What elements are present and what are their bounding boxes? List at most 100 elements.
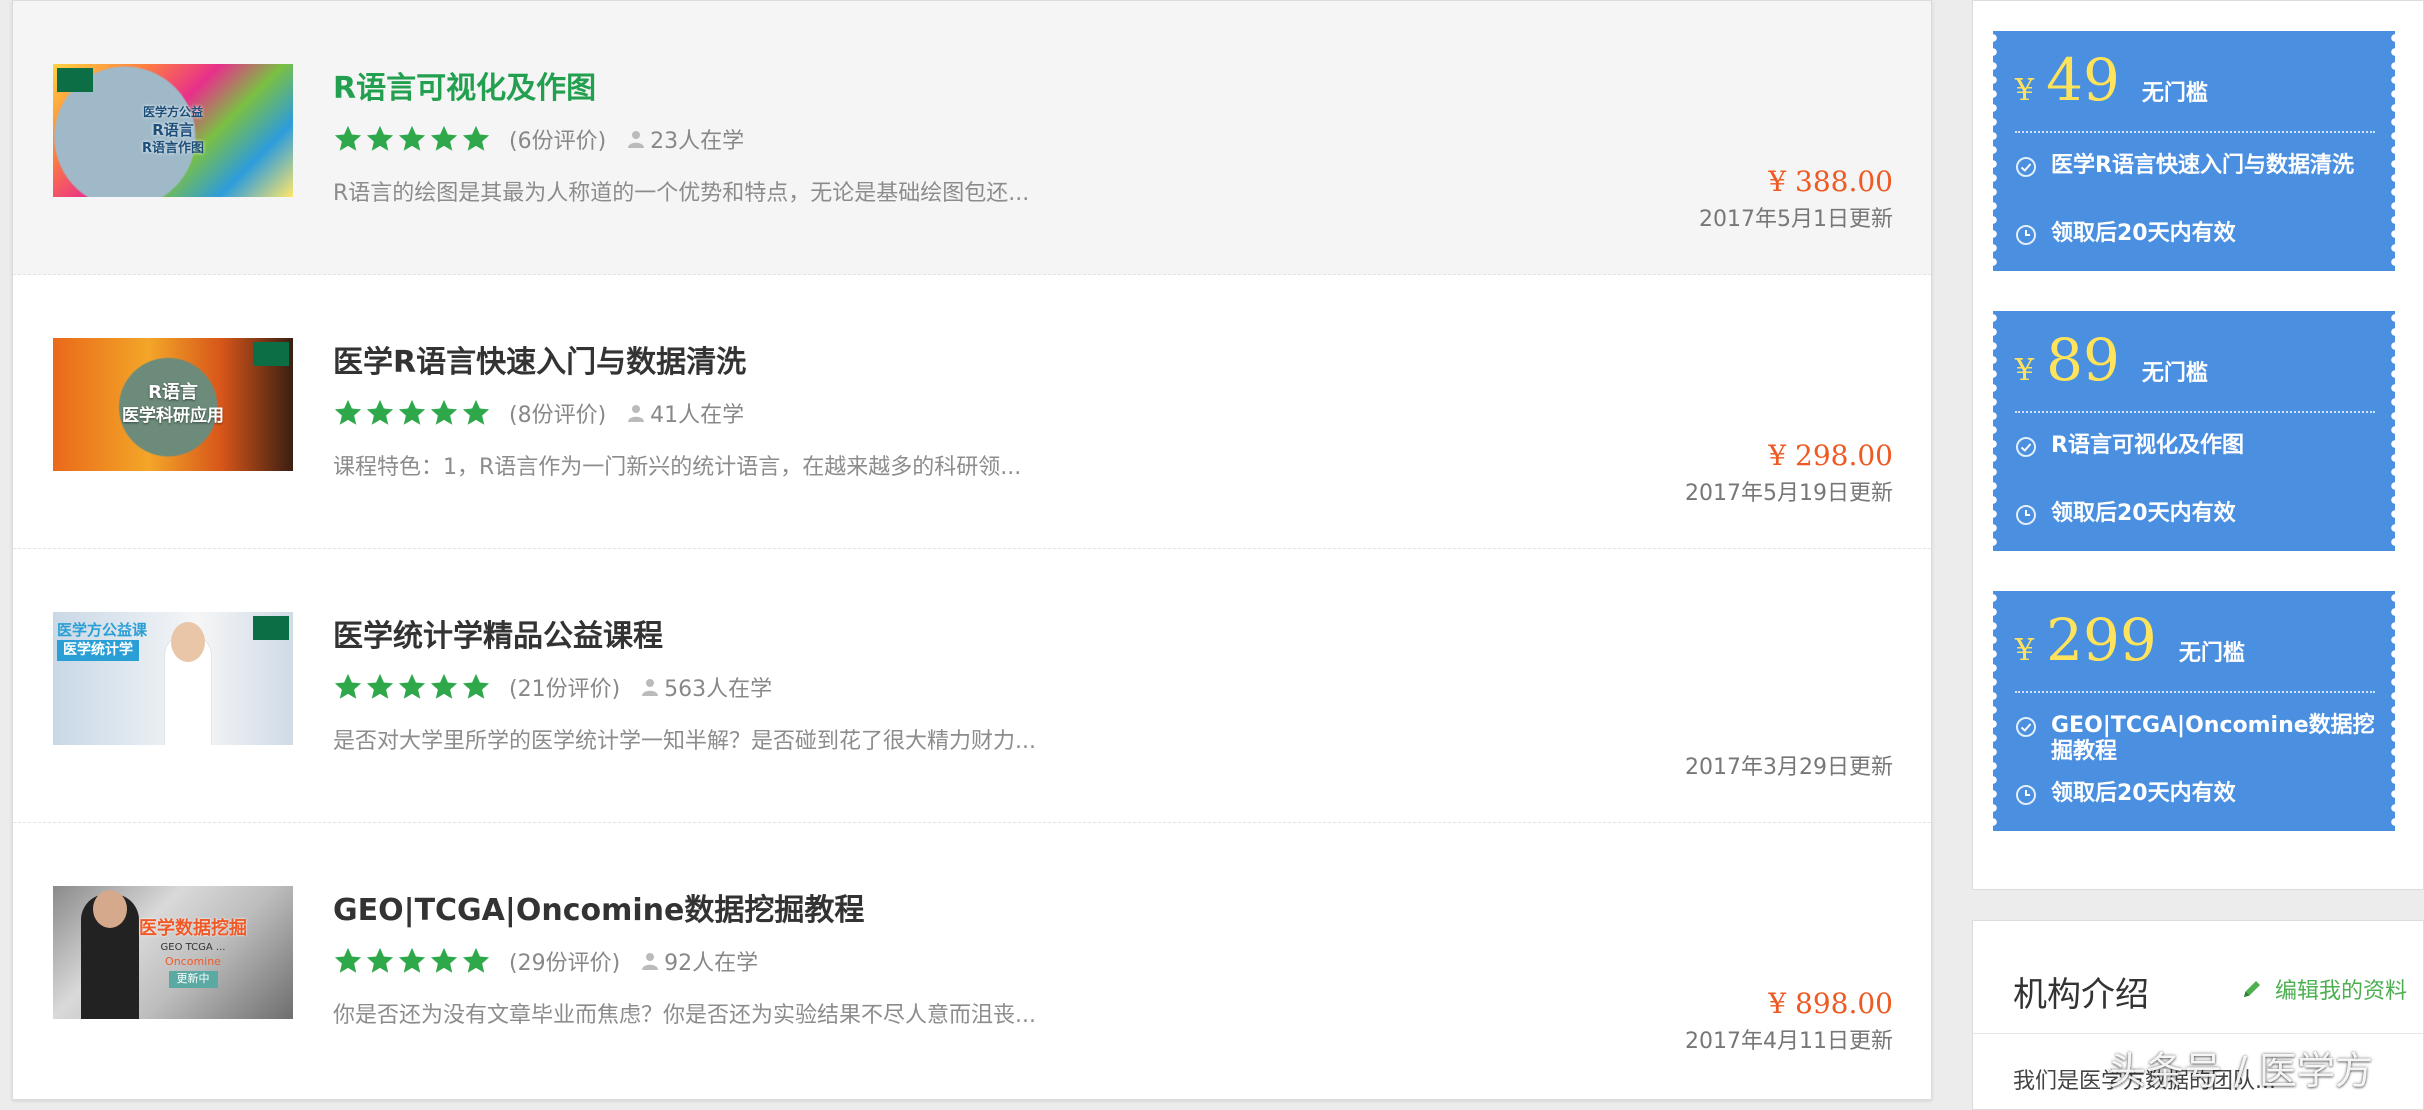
coupon-validity: 领取后20天内有效: [2051, 221, 2236, 246]
coupon-card[interactable]: ¥ 89 无门槛 R语言可视化及作图 领取后20天内有效: [1989, 311, 2399, 551]
currency-symbol: ¥: [2015, 633, 2035, 668]
star-icon: [430, 673, 458, 699]
rating-stars: [333, 124, 491, 154]
coupon-threshold: 无门槛: [2141, 361, 2208, 386]
clock-icon: [2016, 785, 2036, 805]
course-thumbnail[interactable]: 医学方公益课 医学统计学: [53, 612, 293, 745]
course-title[interactable]: GEO|TCGA|Oncomine数据挖掘教程: [333, 885, 864, 929]
person-icon: [628, 131, 645, 148]
course-row[interactable]: 医学数据挖掘 GEO TCGA ... Oncomine 更新中 GEO|TCG…: [13, 823, 1931, 1101]
learner-count: 92人在学: [664, 951, 759, 976]
course-stats: (21份评价) 563人在学: [333, 669, 772, 705]
coupon-validity: 领取后20天内有效: [2051, 501, 2236, 526]
coupon-card[interactable]: ¥ 49 无门槛 医学R语言快速入门与数据清洗 领取后20天内有效: [1989, 31, 2399, 271]
course-stats: (6份评价) 23人在学: [333, 121, 744, 157]
star-icon: [430, 125, 458, 151]
coupon-card[interactable]: ¥ 299 无门槛 GEO|TCGA|Oncomine数据挖掘教程 领取后20天…: [1989, 591, 2399, 831]
thumbnail-caption: 更新中: [168, 971, 218, 989]
coupon-panel: ¥ 49 无门槛 医学R语言快速入门与数据清洗 领取后20天内有效 ¥ 89 无…: [1972, 0, 2424, 890]
course-description: 你是否还为没有文章毕业而焦虑？你是否还为实验结果不尽人意而沮丧...: [333, 1003, 1036, 1028]
course-title[interactable]: 医学统计学精品公益课程: [333, 611, 663, 655]
thumbnail-caption: 医学方公益课: [57, 621, 148, 639]
course-row[interactable]: 医学方公益课 医学统计学 医学统计学精品公益课程 (21份评价) 563人在学 …: [13, 549, 1931, 823]
intro-divider: [1973, 1033, 2423, 1034]
coupon-course: GEO|TCGA|Oncomine数据挖掘教程: [2051, 713, 2375, 764]
star-icon: [398, 125, 426, 151]
watermark: 头条号 / 医学方: [2108, 1049, 2373, 1093]
coupon-amount: 299: [2046, 606, 2157, 674]
coupon-course: R语言可视化及作图: [2051, 433, 2244, 458]
course-thumbnail[interactable]: 医学数据挖掘 GEO TCGA ... Oncomine 更新中: [53, 886, 293, 1019]
course-price: ¥ 388.00: [1768, 165, 1893, 198]
coupon-divider: [2015, 411, 2375, 413]
star-icon: [398, 947, 426, 973]
thumbnail-caption: R语言: [152, 120, 194, 139]
update-date: 2017年4月11日更新: [1685, 1029, 1893, 1054]
currency-symbol: ¥: [2015, 73, 2035, 108]
coupon-validity: 领取后20天内有效: [2051, 781, 2236, 806]
course-stats: (8份评价) 41人在学: [333, 395, 744, 431]
clock-icon: [2016, 505, 2036, 525]
star-icon: [334, 125, 362, 151]
update-date: 2017年3月29日更新: [1685, 755, 1893, 780]
star-icon: [366, 673, 394, 699]
star-icon: [462, 125, 490, 151]
thumbnail-caption: 医学科研应用: [122, 406, 224, 427]
course-thumbnail[interactable]: R语言 医学科研应用: [53, 338, 293, 471]
course-description: R语言的绘图是其最为人称道的一个优势和特点，无论是基础绘图包还...: [333, 181, 1030, 206]
learner-count: 563人在学: [664, 677, 773, 702]
course-thumbnail[interactable]: 医学方公益 R语言 R语言作图: [53, 64, 293, 197]
review-count[interactable]: (6份评价): [509, 123, 606, 155]
rating-stars: [333, 398, 491, 428]
thumbnail-caption: 医学统计学: [57, 640, 139, 662]
thumbnail-caption: Oncomine: [165, 954, 221, 968]
course-description: 是否对大学里所学的医学统计学一知半解？是否碰到花了很大精力财力...: [333, 729, 1036, 754]
star-icon: [462, 673, 490, 699]
course-row[interactable]: 医学方公益 R语言 R语言作图 R语言可视化及作图 (6份评价) 23人在学 R…: [13, 1, 1931, 275]
course-description: 课程特色：1，R语言作为一门新兴的统计语言，在越来越多的科研领...: [333, 455, 1022, 480]
coupon-amount: 89: [2046, 326, 2120, 394]
thumbnail-caption: 医学方公益: [142, 104, 203, 119]
coupon-course: 医学R语言快速入门与数据清洗: [2051, 153, 2354, 178]
person-icon: [642, 953, 659, 970]
star-icon: [334, 399, 362, 425]
thumbnail-caption: R语言: [148, 381, 198, 403]
thumbnail-caption: R语言作图: [141, 140, 204, 156]
star-icon: [398, 399, 426, 425]
star-icon: [334, 947, 362, 973]
person-icon: [628, 405, 645, 422]
learner-count: 41人在学: [650, 403, 745, 428]
coupon-divider: [2015, 691, 2375, 693]
currency-symbol: ¥: [2015, 353, 2035, 388]
star-icon: [366, 947, 394, 973]
star-icon: [462, 399, 490, 425]
course-title[interactable]: R语言可视化及作图: [333, 63, 596, 107]
clock-icon: [2016, 225, 2036, 245]
review-count[interactable]: (29份评价): [509, 945, 620, 977]
course-price: ¥ 298.00: [1768, 439, 1893, 472]
edit-profile-label[interactable]: 编辑我的资料: [2275, 973, 2407, 1005]
check-circle-icon: [2016, 437, 2036, 457]
check-circle-icon: [2016, 157, 2036, 177]
coupon-amount: 49: [2046, 46, 2120, 114]
coupon-threshold: 无门槛: [2141, 81, 2208, 106]
person-icon: [642, 679, 659, 696]
intro-title: 机构介绍: [2013, 975, 2149, 1015]
learner-count: 23人在学: [650, 129, 745, 154]
star-icon: [398, 673, 426, 699]
course-price: ¥ 898.00: [1768, 987, 1893, 1020]
review-count[interactable]: (21份评价): [509, 671, 620, 703]
course-list: 医学方公益 R语言 R语言作图 R语言可视化及作图 (6份评价) 23人在学 R…: [12, 0, 1932, 1100]
pencil-icon: [2243, 981, 2260, 997]
update-date: 2017年5月1日更新: [1699, 207, 1893, 232]
update-date: 2017年5月19日更新: [1685, 481, 1893, 506]
star-icon: [430, 947, 458, 973]
course-row[interactable]: R语言 医学科研应用 医学R语言快速入门与数据清洗 (8份评价) 41人在学 课…: [13, 275, 1931, 549]
review-count[interactable]: (8份评价): [509, 397, 606, 429]
thumbnail-caption: 医学数据挖掘: [139, 917, 247, 939]
star-icon: [366, 125, 394, 151]
course-stats: (29份评价) 92人在学: [333, 943, 758, 979]
edit-profile-link[interactable]: 编辑我的资料: [2241, 973, 2407, 1005]
thumbnail-caption: GEO TCGA ...: [160, 942, 226, 954]
course-title[interactable]: 医学R语言快速入门与数据清洗: [333, 337, 746, 381]
